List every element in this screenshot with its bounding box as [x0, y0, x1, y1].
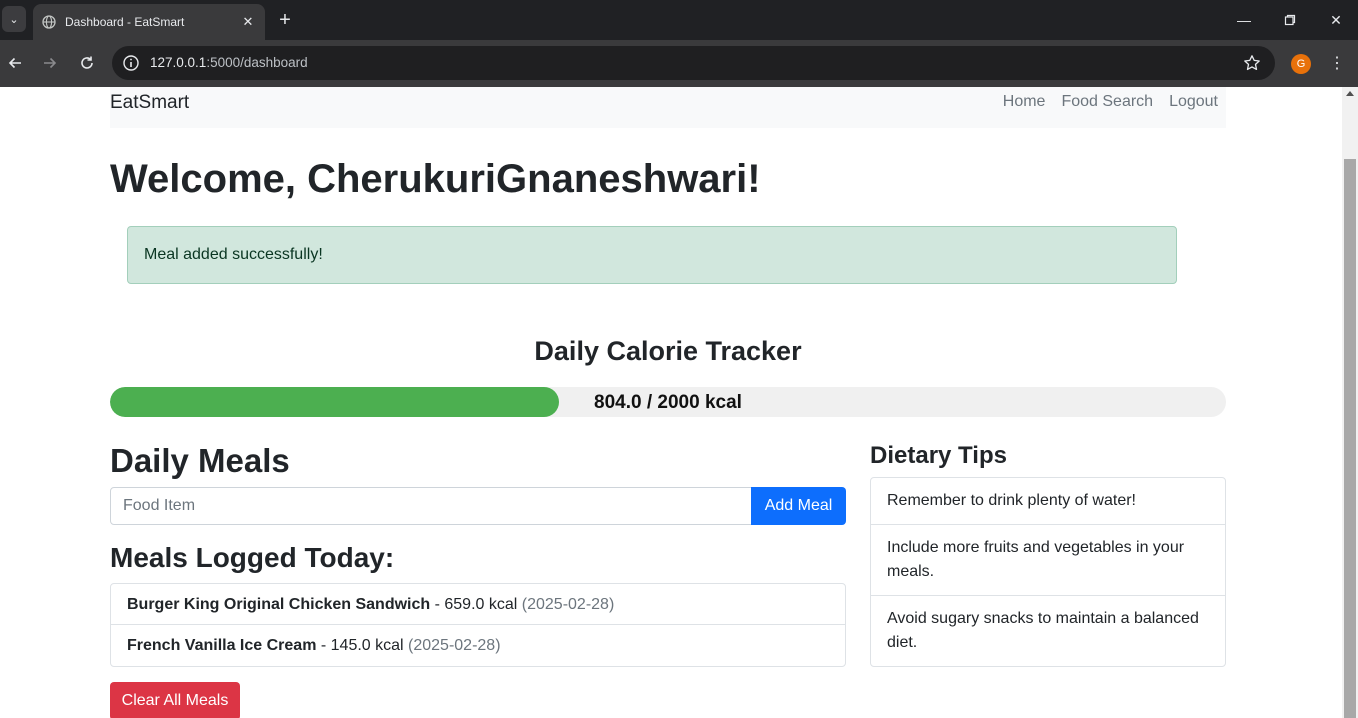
new-tab-icon[interactable]: + [274, 9, 296, 31]
clear-all-meals-button[interactable]: Clear All Meals [110, 682, 240, 718]
tip-item: Include more fruits and vegetables in yo… [871, 525, 1225, 596]
nav-link-home[interactable]: Home [1003, 93, 1046, 111]
site-navbar: EatSmart Home Food Search Logout [110, 87, 1226, 128]
browser-tab-bar: ⌄ Dashboard - EatSmart ✕ + — ✕ [0, 0, 1358, 40]
back-icon[interactable] [4, 52, 26, 74]
meal-list-item: French Vanilla Ice Cream - 145.0 kcal (2… [111, 625, 845, 666]
url-host: 127.0.0.1 [150, 55, 207, 70]
meal-list: Burger King Original Chicken Sandwich - … [110, 583, 846, 667]
dietary-tips-heading: Dietary Tips [870, 442, 1007, 469]
dietary-tips-list: Remember to drink plenty of water! Inclu… [870, 477, 1226, 667]
food-item-input[interactable] [110, 487, 752, 525]
bookmark-star-icon[interactable] [1243, 54, 1261, 72]
success-alert: Meal added successfully! [127, 226, 1177, 284]
page-scrollbar[interactable] [1342, 87, 1358, 718]
tip-item: Remember to drink plenty of water! [871, 478, 1225, 525]
meal-name: French Vanilla Ice Cream [127, 637, 317, 654]
add-meal-button[interactable]: Add Meal [751, 487, 846, 525]
calorie-progress-label: 804.0 / 2000 kcal [594, 392, 742, 413]
globe-icon [42, 15, 56, 29]
tip-item: Avoid sugary snacks to maintain a balanc… [887, 610, 1199, 651]
calorie-tracker-title: Daily Calorie Tracker [534, 336, 802, 366]
scroll-up-arrow-icon[interactable] [1346, 91, 1354, 96]
browser-toolbar: 127.0.0.1:5000/dashboard [0, 40, 1358, 87]
brand-logo[interactable]: EatSmart [110, 92, 189, 114]
page-title: Welcome, CherukuriGnaneshwari! [110, 157, 761, 201]
profile-avatar[interactable]: G [1291, 54, 1311, 74]
tab-search-button[interactable]: ⌄ [2, 6, 26, 32]
page-viewport: EatSmart Home Food Search Logout Welcome… [0, 87, 1342, 718]
meal-list-item: Burger King Original Chicken Sandwich - … [111, 584, 845, 625]
meal-name: Burger King Original Chicken Sandwich [127, 596, 431, 613]
daily-meals-heading: Daily Meals [110, 442, 290, 479]
calorie-progress-bar: 804.0 / 2000 kcal [110, 387, 1226, 417]
reload-icon[interactable] [76, 52, 98, 74]
meal-kcal: - 145.0 kcal [316, 637, 409, 654]
browser-menu-icon[interactable]: ⋮ [1327, 52, 1347, 74]
scrollbar-thumb[interactable] [1344, 159, 1356, 718]
nav-link-logout[interactable]: Logout [1169, 93, 1218, 111]
url-path: :5000/dashboard [206, 55, 308, 70]
nav-links: Home Food Search Logout [1003, 93, 1218, 111]
restore-icon[interactable] [1278, 8, 1302, 32]
url-text: 127.0.0.1:5000/dashboard [150, 55, 308, 70]
nav-link-food-search[interactable]: Food Search [1061, 93, 1153, 111]
close-tab-icon[interactable]: ✕ [239, 13, 257, 31]
tab-title: Dashboard - EatSmart [65, 15, 185, 29]
meal-date: (2025-02-28) [521, 596, 615, 613]
active-tab[interactable]: Dashboard - EatSmart ✕ [33, 4, 265, 40]
meal-kcal: - 659.0 kcal [430, 596, 522, 613]
address-bar[interactable]: 127.0.0.1:5000/dashboard [112, 46, 1275, 80]
meal-date: (2025-02-28) [408, 637, 501, 654]
meals-logged-heading: Meals Logged Today: [110, 542, 395, 573]
minimize-icon[interactable]: — [1232, 8, 1256, 32]
close-window-icon[interactable]: ✕ [1324, 8, 1348, 32]
site-info-icon[interactable] [122, 54, 140, 72]
forward-icon[interactable] [39, 52, 61, 74]
